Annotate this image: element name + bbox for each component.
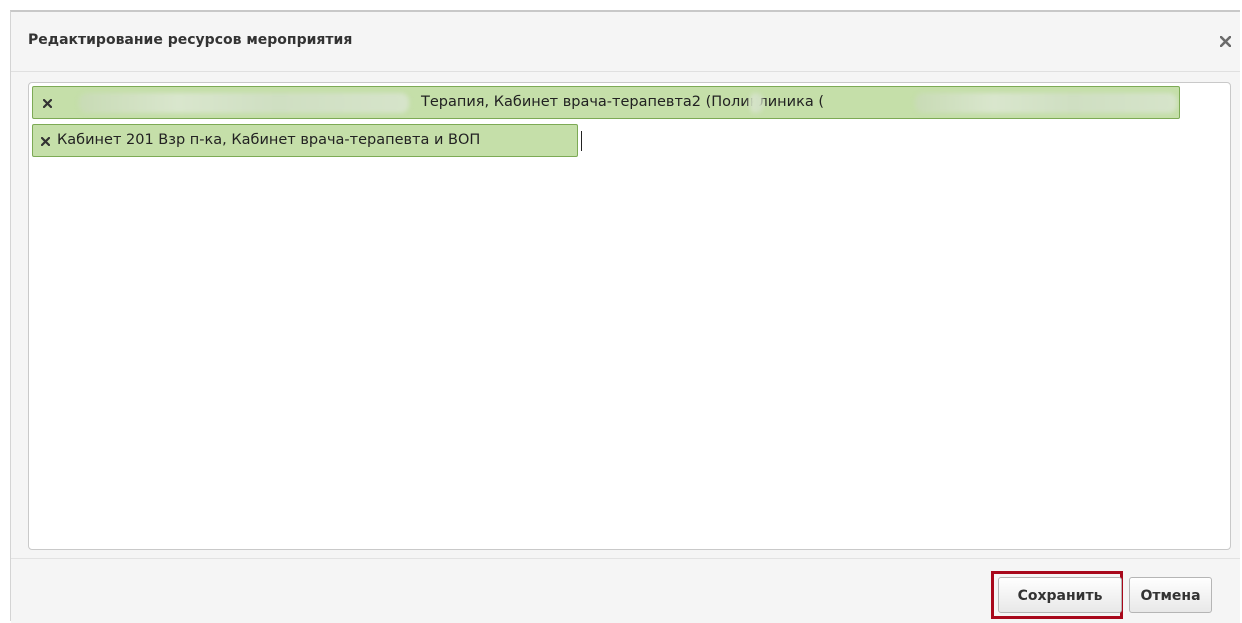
redacted-text [749,93,763,113]
close-button[interactable] [1212,28,1238,54]
redacted-text [79,93,409,113]
resource-tag: Терапия, Кабинет врача-терапевта2 (Полик… [32,86,1180,119]
redacted-text [915,93,1177,113]
cancel-button[interactable]: Отмена [1129,577,1212,613]
remove-icon [43,99,52,108]
tag-remove-button[interactable] [41,87,55,118]
text-cursor [581,131,582,151]
tag-remove-button[interactable] [39,125,53,156]
dialog-body: Терапия, Кабинет врача-терапевта2 (Полик… [11,72,1240,558]
remove-icon [41,137,50,146]
dialog-header: Редактирование ресурсов мероприятия [11,12,1240,72]
dialog-title: Редактирование ресурсов мероприятия [28,32,353,48]
dialog-footer: Сохранить Отмена [11,558,1240,623]
resources-multiselect[interactable]: Терапия, Кабинет врача-терапевта2 (Полик… [28,82,1231,550]
resource-tag-label: Кабинет 201 Взр п-ка, Кабинет врача-тера… [57,132,481,148]
resource-tag: Кабинет 201 Взр п-ка, Кабинет врача-тера… [32,124,578,157]
close-icon [1219,35,1231,48]
resource-tag-label: Терапия, Кабинет врача-терапевта2 (Полик… [421,94,824,110]
edit-resources-dialog: Редактирование ресурсов мероприятия Тера… [10,10,1240,623]
save-button[interactable]: Сохранить [998,577,1122,613]
